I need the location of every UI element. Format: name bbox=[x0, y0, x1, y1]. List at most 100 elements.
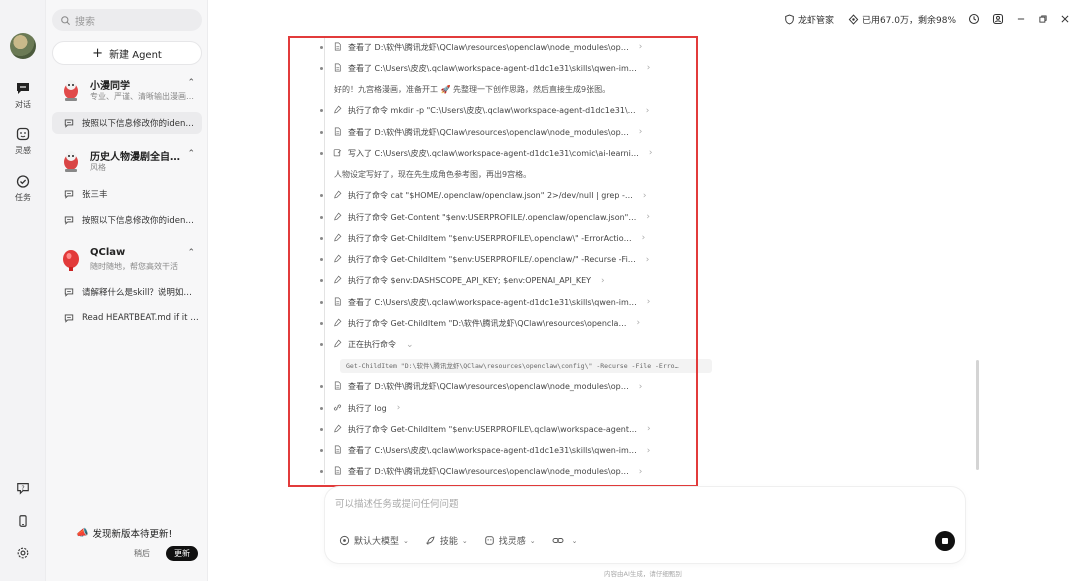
minimize-button[interactable] bbox=[1016, 14, 1026, 24]
lobster-manager-button[interactable]: 龙虾管家 bbox=[784, 13, 834, 26]
close-icon bbox=[1061, 15, 1069, 23]
file-icon bbox=[333, 63, 342, 74]
ai-disclaimer: 内容由AI生成，请仔细甄别 bbox=[604, 570, 682, 578]
timeline-dot bbox=[320, 109, 323, 113]
timeline-dot bbox=[320, 66, 323, 70]
conversation-item[interactable]: 请解释什么是skill？说明如… bbox=[52, 281, 202, 303]
new-agent-label: 新建 Agent bbox=[109, 49, 162, 61]
inspiration-selector[interactable]: 找灵感 ⌄ bbox=[484, 534, 536, 547]
timeline-dot bbox=[320, 151, 323, 155]
log-text: 查看了 C:\Users\皮皮\.qclaw\workspace-agent-d… bbox=[348, 63, 637, 73]
message-icon bbox=[64, 314, 74, 323]
log-row[interactable]: 执行了命令 cat "$HOME/.openclaw/openclaw.json… bbox=[320, 189, 646, 203]
update-button[interactable]: 更新 bbox=[166, 546, 198, 561]
shield-icon bbox=[785, 14, 794, 24]
timeline-dot bbox=[320, 470, 323, 474]
profile-button[interactable] bbox=[992, 13, 1004, 25]
log-text: 执行了命令 Get-Content "$env:USERPROFILE/.ope… bbox=[348, 212, 637, 222]
model-selector[interactable]: 默认大模型 ⌄ bbox=[339, 534, 409, 547]
log-text: 执行了命令 Get-ChildItem "$env:USERPROFILE\.o… bbox=[348, 233, 632, 243]
history-button[interactable] bbox=[968, 13, 980, 25]
log-row[interactable]: 查看了 D:\软件\腾讯龙虾\QClaw\resources\openclaw\… bbox=[320, 40, 642, 54]
command-icon bbox=[333, 190, 342, 201]
timeline-dot bbox=[320, 449, 323, 452]
rail-item-task[interactable]: 任务 bbox=[0, 173, 46, 203]
help-icon: ? bbox=[17, 483, 29, 495]
scrollbar[interactable] bbox=[976, 360, 979, 470]
timeline-dot bbox=[320, 194, 323, 198]
collapse-chevron-icon[interactable]: ⌃ bbox=[187, 149, 195, 159]
log-row[interactable]: 执行了命令 Get-ChildItem "$env:USERPROFILE\.o… bbox=[320, 231, 645, 245]
log-row[interactable]: 查看了 C:\Users\皮皮\.qclaw\workspace-agent-d… bbox=[320, 444, 650, 458]
log-row[interactable]: 查看了 C:\Users\皮皮\.qclaw\workspace-agent-d… bbox=[320, 295, 650, 309]
help-button[interactable]: ? bbox=[0, 480, 46, 499]
command-icon bbox=[333, 339, 342, 350]
chevron-right-icon: › bbox=[645, 105, 650, 116]
restore-button[interactable] bbox=[1038, 14, 1048, 24]
link-selector[interactable]: ⌄ bbox=[552, 535, 578, 546]
log-row[interactable]: 执行了命令 Get-ChildItem "$env:USERPROFILE/.o… bbox=[320, 253, 649, 267]
model-icon bbox=[339, 535, 350, 546]
lobster-avatar-icon bbox=[64, 80, 78, 101]
log-row[interactable]: 查看了 D:\软件\腾讯龙虾\QClaw\resources\openclaw\… bbox=[320, 465, 642, 479]
agent-desc: 随时随地，帮您高效干活 bbox=[90, 262, 178, 271]
log-row[interactable]: 写入了 C:\Users\皮皮\.qclaw\workspace-agent-d… bbox=[320, 146, 652, 160]
search-input[interactable]: 搜索 bbox=[52, 9, 202, 31]
timeline-dot bbox=[320, 427, 323, 431]
assistant-message: 好的！九宫格漫画，准备开工 🚀 先整理一下创作思路，然后直接生成9张图。 bbox=[334, 83, 610, 97]
settings-button[interactable] bbox=[0, 545, 46, 564]
close-button[interactable] bbox=[1060, 14, 1070, 24]
rail-item-inspiration[interactable]: 灵感 bbox=[0, 126, 46, 156]
log-row[interactable]: 查看了 C:\Users\皮皮\.qclaw\workspace-agent-d… bbox=[320, 61, 650, 75]
later-button[interactable]: 稍后 bbox=[134, 548, 150, 559]
log-row[interactable]: 正在执行命令 ⌄ bbox=[320, 338, 414, 352]
file-icon bbox=[333, 126, 342, 138]
log-row[interactable]: 查看了 D:\软件\腾讯龙虾\QClaw\resources\openclaw\… bbox=[320, 125, 642, 139]
log-text: 执行了命令 Get-ChildItem "$env:USERPROFILE/.o… bbox=[348, 255, 636, 264]
conversation-item[interactable]: 按照以下信息修改你的iden… bbox=[52, 112, 202, 134]
agent-name: 小漫同学 bbox=[90, 81, 130, 92]
conversation-title: 请解释什么是skill？说明如… bbox=[82, 288, 192, 298]
inspiration-icon bbox=[485, 536, 494, 545]
chevron-right-icon: › bbox=[636, 318, 641, 329]
rail-item-chat[interactable]: 对话 bbox=[0, 80, 46, 110]
megaphone-icon: 📣 bbox=[76, 527, 89, 539]
user-avatar[interactable] bbox=[10, 33, 36, 59]
chevron-right-icon: › bbox=[601, 275, 605, 286]
chevron-right-icon: › bbox=[646, 424, 651, 435]
message-icon bbox=[64, 119, 74, 128]
collapse-chevron-icon[interactable]: ⌃ bbox=[187, 78, 195, 88]
chevron-down-icon: ⌄ bbox=[571, 536, 578, 545]
conversation-title: 张三丰 bbox=[82, 190, 108, 200]
usage-indicator[interactable]: 已用67.0万，剩余98% bbox=[848, 13, 956, 26]
agent-item-history-comic[interactable]: 历史人物漫剧全自… 风格 ⌃ bbox=[52, 147, 202, 177]
log-row[interactable]: 执行了命令 Get-Content "$env:USERPROFILE/.ope… bbox=[320, 210, 650, 224]
log-row[interactable]: 执行了 log › bbox=[320, 401, 400, 415]
update-title-text: 发现新版本待更新! bbox=[92, 529, 173, 540]
edit-icon bbox=[333, 148, 342, 159]
agent-item-xiaoman[interactable]: 小漫同学 专业、严谨、清晰输出漫画… ⌃ bbox=[52, 76, 202, 106]
log-row[interactable]: 执行了命令 $env:DASHSCOPE_API_KEY; $env:OPENA… bbox=[320, 274, 605, 288]
conversation-item[interactable]: Read HEARTBEAT.md if it … bbox=[52, 307, 202, 329]
command-icon bbox=[333, 233, 342, 244]
agent-item-qclaw[interactable]: QClaw 随时随地，帮您高效干活 ⌃ bbox=[52, 246, 202, 276]
stop-button[interactable] bbox=[935, 531, 955, 551]
new-agent-button[interactable]: + 新建 Agent bbox=[52, 41, 202, 65]
log-text: 执行了命令 mkdir -p "C:\Users\皮皮\.qclaw\works… bbox=[348, 106, 636, 116]
log-row[interactable]: 执行了命令 Get-ChildItem "$env:USERPROFILE\.q… bbox=[320, 422, 651, 436]
minimize-icon bbox=[1017, 18, 1025, 20]
skills-selector[interactable]: 技能 ⌄ bbox=[425, 534, 468, 547]
collapse-chevron-icon[interactable]: ⌃ bbox=[187, 248, 195, 258]
timeline-dot bbox=[320, 279, 323, 283]
log-row[interactable]: 查看了 D:\软件\腾讯龙虾\QClaw\resources\openclaw\… bbox=[320, 380, 642, 394]
assistant-message: 人物设定写好了，现在先生成角色参考图，再出9宫格。 bbox=[334, 168, 531, 182]
log-text: 执行了 log bbox=[348, 403, 387, 413]
conversation-item[interactable]: 按照以下信息修改你的iden… bbox=[52, 209, 202, 231]
plus-icon: + bbox=[92, 45, 104, 61]
chat-input-box[interactable]: 可以描述任务或提问任何问题 默认大模型 ⌄ 技能 ⌄ 找灵感 ⌄ ⌄ bbox=[325, 487, 965, 563]
log-row[interactable]: 执行了命令 Get-ChildItem "D:\软件\腾讯龙虾\QClaw\re… bbox=[320, 316, 640, 330]
log-row[interactable]: 执行了命令 mkdir -p "C:\Users\皮皮\.qclaw\works… bbox=[320, 104, 649, 118]
conversation-item[interactable]: 张三丰 bbox=[52, 183, 202, 205]
command-icon bbox=[333, 105, 342, 116]
mobile-button[interactable] bbox=[0, 513, 46, 532]
